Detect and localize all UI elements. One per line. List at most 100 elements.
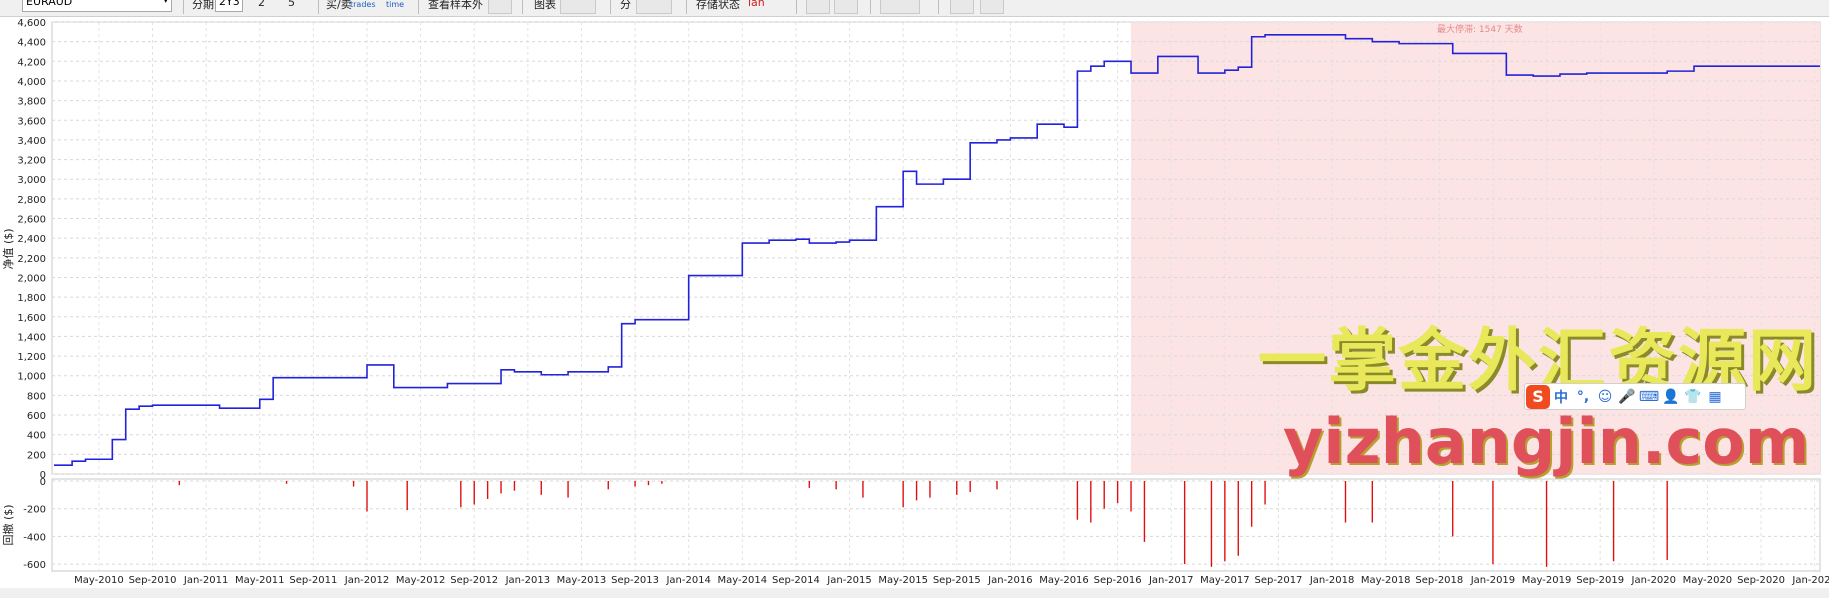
- store-state-label: 存储状态: [696, 0, 740, 11]
- x-tick-label: Jan-2017: [1148, 575, 1193, 586]
- toolbar-separator: [183, 0, 184, 14]
- x-tick-label: May-2019: [1522, 575, 1572, 586]
- x-tick-label: May-2012: [396, 575, 446, 586]
- period-label: 分期: [192, 0, 214, 11]
- x-tick-label: Jan-2013: [505, 575, 550, 586]
- x-tick-label: Sep-2016: [1094, 575, 1142, 586]
- x-tick-label: Jan-2016: [987, 575, 1032, 586]
- equity-y-tick-label: 800: [27, 391, 46, 402]
- x-tick-label: May-2016: [1039, 575, 1089, 586]
- punctuation-icon[interactable]: °,: [1572, 389, 1594, 405]
- x-tick-label: Sep-2015: [933, 575, 981, 586]
- mode-label: 买/卖: [326, 0, 352, 11]
- chevron-down-icon: ▾: [163, 0, 168, 6]
- toolbox-icon[interactable]: ▦: [1704, 389, 1726, 405]
- status-bar: [0, 588, 1829, 598]
- equity-y-tick-label: 2,200: [17, 254, 46, 265]
- equity-y-tick-label: 400: [27, 431, 46, 442]
- x-tick-label: Jan-2012: [344, 575, 389, 586]
- drawdown-y-tick-label: -200: [23, 505, 46, 516]
- equity-y-tick-label: 1,200: [17, 352, 46, 363]
- units-button[interactable]: lan: [748, 0, 765, 14]
- x-tick-label: Jan-2020: [1631, 575, 1676, 586]
- toolbar-separator: [796, 0, 797, 14]
- equity-y-tick-label: 3,000: [17, 175, 46, 186]
- equity-y-tick-label: 3,800: [17, 97, 46, 108]
- x-tick-label: Jan-2019: [1470, 575, 1515, 586]
- equity-y-tick-label: 1,600: [17, 313, 46, 324]
- toolbar-separator: [318, 0, 319, 14]
- equity-y-tick-label: 2,800: [17, 195, 46, 206]
- equity-y-tick-label: 1,400: [17, 332, 46, 343]
- equity-chart: 0 200 400 600 800 1,000 1,200 1,400 1,600 1,800 2,…: [0, 17, 1829, 588]
- x-tick-label: May-2011: [235, 575, 285, 586]
- drawdown-y-tick-label: 0: [40, 477, 46, 488]
- equity-y-axis-title: 净值 ($): [1, 228, 15, 269]
- user-icon[interactable]: 👤: [1660, 389, 1682, 405]
- x-tick-label: May-2014: [718, 575, 768, 586]
- drawdown-y-tick-label: -600: [23, 560, 46, 571]
- equity-y-tick-label: 3,600: [17, 116, 46, 127]
- drawdown-y-tick-label: -400: [23, 532, 46, 543]
- skin-icon[interactable]: 👕: [1682, 389, 1704, 405]
- display-label: 图表: [534, 0, 556, 11]
- toolbar-separator: [522, 0, 523, 14]
- x-tick-label: Sep-2019: [1576, 575, 1624, 586]
- trades-button[interactable]: trades: [350, 0, 376, 16]
- x-tick-label: May-2010: [74, 575, 124, 586]
- split-label: 分: [620, 0, 631, 11]
- symbol-select[interactable]: EURAUD ▾: [22, 0, 172, 12]
- size-field[interactable]: 2Y3: [215, 0, 243, 12]
- x-tick-label: May-2020: [1683, 575, 1733, 586]
- equity-y-tick-label: 1,800: [17, 293, 46, 304]
- symbol-value: EURAUD: [26, 0, 73, 8]
- keyboard-icon[interactable]: ⌨: [1638, 389, 1660, 405]
- view-oos-label: 查看样本外: [428, 0, 483, 11]
- chart-type-icon[interactable]: [560, 0, 596, 14]
- equity-y-tick-label: 1,000: [17, 372, 46, 383]
- toolbar-separator: [686, 0, 687, 14]
- toolbar-separator: [938, 0, 939, 14]
- equity-y-tick-label: 2,000: [17, 273, 46, 284]
- x-tick-label: Jan-2021: [1791, 575, 1829, 586]
- microphone-icon[interactable]: 🎤: [1616, 389, 1638, 405]
- toolbar-separator: [418, 0, 419, 14]
- field3-value[interactable]: 5: [288, 0, 295, 14]
- equity-y-tick-label: 2,600: [17, 215, 46, 226]
- line-chart-icon[interactable]: [834, 0, 858, 14]
- time-button[interactable]: time: [386, 0, 404, 16]
- equity-y-tick-label: 3,200: [17, 156, 46, 167]
- watermark-url: yizhangjin.com: [1283, 405, 1810, 478]
- x-tick-label: Sep-2013: [611, 575, 659, 586]
- emoji-icon[interactable]: ☺: [1594, 389, 1616, 405]
- drawdown-y-axis-title: 回撤 ($): [1, 504, 15, 545]
- split-icon[interactable]: [636, 0, 672, 14]
- toolbar: EURAUD ▾ 分期 2Y3 2 5 买/卖 trades time 查看样本外…: [0, 0, 1829, 17]
- field2-value[interactable]: 2: [258, 0, 265, 14]
- toolbar-separator: [610, 0, 611, 14]
- chinese-mode-icon[interactable]: 中: [1550, 387, 1572, 407]
- export-icon[interactable]: [950, 0, 974, 14]
- settings-icon[interactable]: [980, 0, 1004, 14]
- x-tick-label: Sep-2011: [289, 575, 337, 586]
- oos-toggle-icon[interactable]: [488, 0, 512, 14]
- drawdown-plot-area: [51, 478, 1821, 572]
- x-tick-label: Sep-2017: [1255, 575, 1303, 586]
- x-tick-label: May-2013: [557, 575, 607, 586]
- equity-y-tick-label: 600: [27, 411, 46, 422]
- x-tick-label: Jan-2014: [665, 575, 710, 586]
- equity-y-tick-label: 2,400: [17, 234, 46, 245]
- equity-y-tick-label: 200: [27, 450, 46, 461]
- x-tick-label: Sep-2012: [450, 575, 498, 586]
- x-tick-label: May-2018: [1361, 575, 1411, 586]
- x-tick-label: Jan-2011: [183, 575, 228, 586]
- x-tick-label: Sep-2020: [1737, 575, 1785, 586]
- equity-y-tick-label: 3,400: [17, 136, 46, 147]
- x-tick-label: May-2017: [1200, 575, 1250, 586]
- equity-y-tick-label: 4,600: [17, 18, 46, 29]
- toolbar-separator: [870, 0, 871, 14]
- indicator-icon[interactable]: [880, 0, 920, 14]
- x-tick-label: Jan-2015: [826, 575, 871, 586]
- bar-chart-icon[interactable]: [806, 0, 830, 14]
- max-stagnation-annotation: 最大停滞: 1547 天数: [1437, 23, 1523, 35]
